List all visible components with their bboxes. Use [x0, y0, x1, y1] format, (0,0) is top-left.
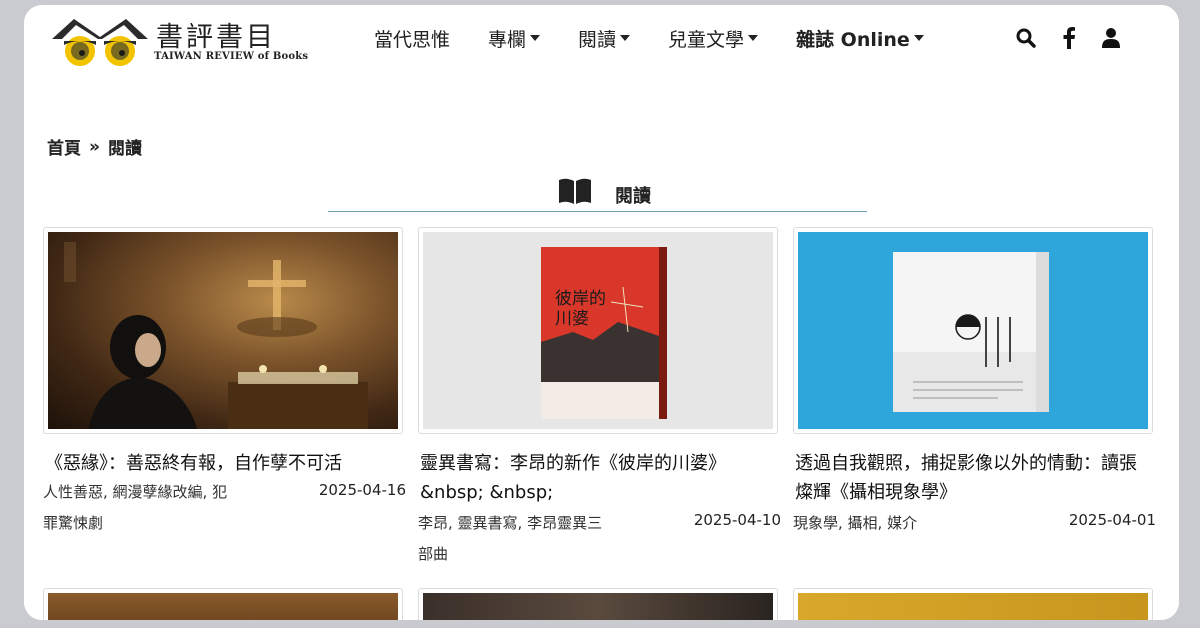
- search-icon[interactable]: [1016, 28, 1036, 52]
- article-tags[interactable]: 李昂, 靈異書寫, 李昂靈異三: [418, 509, 602, 538]
- logo-subtitle: TAIWAN REVIEW of Books: [154, 51, 309, 62]
- book-cover-white-on-blue: [798, 232, 1148, 429]
- section-heading: 閱讀: [328, 177, 867, 212]
- site-header: 書評書目 TAIWAN REVIEW of Books 當代思惟 專欄 閱讀 兒…: [24, 5, 1179, 85]
- nav-item-label: 專欄: [488, 28, 527, 51]
- article-date: 2025-04-10: [693, 511, 781, 529]
- nav-item-reading[interactable]: 閱讀: [578, 25, 631, 52]
- breadcrumb: 首頁 » 閱讀: [47, 134, 142, 160]
- article-title[interactable]: 《惡緣》：善惡終有報，自作孽不可活: [45, 449, 401, 478]
- breadcrumb-home[interactable]: 首頁: [47, 134, 81, 159]
- nav-item-label: 閱讀: [578, 28, 617, 51]
- article-title[interactable]: 透過自我觀照，捕捉影像以外的情動：讀張燦輝《攝相現象學》: [795, 449, 1151, 507]
- article-tags[interactable]: 人性善惡, 網漫孽緣改編, 犯: [43, 478, 227, 507]
- caret-down-icon: [748, 35, 759, 41]
- article-date: 2025-04-01: [1068, 511, 1156, 529]
- article-thumbnail-partial: [798, 593, 1148, 620]
- article-thumbnail[interactable]: [793, 227, 1153, 434]
- nav-item-label: 兒童文學: [668, 28, 745, 51]
- article-thumbnail-partial: [423, 593, 773, 620]
- caret-down-icon: [530, 35, 541, 41]
- breadcrumb-separator: »: [89, 136, 100, 157]
- logo-title: 書評書目: [156, 22, 276, 53]
- section-title: 閱讀: [615, 186, 651, 207]
- article-title[interactable]: 靈異書寫：李昂的新作《彼岸的川婆》&nbsp; &nbsp;: [420, 449, 776, 507]
- caret-down-icon: [620, 35, 631, 41]
- article-thumbnail-partial: [48, 593, 398, 620]
- article-card-partial[interactable]: [43, 588, 403, 620]
- browser-viewport: 書評書目 TAIWAN REVIEW of Books 當代思惟 專欄 閱讀 兒…: [24, 5, 1179, 620]
- article-tags-continued[interactable]: 部曲: [418, 540, 448, 569]
- article-thumbnail[interactable]: 彼岸的 川婆: [418, 227, 778, 434]
- nav-item-label: 當代思惟: [374, 28, 451, 51]
- article-card-partial[interactable]: [418, 588, 778, 620]
- book-cover-red: 彼岸的 川婆: [423, 232, 773, 429]
- svg-text:川婆: 川婆: [555, 309, 589, 329]
- article-thumbnail[interactable]: [43, 227, 403, 434]
- caret-down-icon: [913, 35, 924, 41]
- nav-item-magazine-online[interactable]: 雜誌 Online: [796, 25, 924, 52]
- article-tags[interactable]: 現象學, 攝相, 媒介: [793, 509, 917, 538]
- facebook-icon[interactable]: [1062, 27, 1076, 53]
- logo-owl-book-icon: [52, 19, 148, 66]
- user-icon[interactable]: [1102, 28, 1120, 52]
- breadcrumb-current[interactable]: 閱讀: [108, 134, 142, 159]
- book-cover-title: 彼岸的: [555, 289, 606, 309]
- nav-item-columns[interactable]: 專欄: [488, 25, 541, 52]
- header-icons: [1016, 27, 1146, 53]
- nav-item-contemporary-thought[interactable]: 當代思惟: [374, 25, 450, 52]
- site-logo[interactable]: 書評書目 TAIWAN REVIEW of Books: [50, 13, 320, 71]
- article-tags-continued[interactable]: 罪驚悚劇: [43, 509, 103, 538]
- nav-item-childrens-literature[interactable]: 兒童文學: [668, 25, 759, 52]
- main-nav: 當代思惟 專欄 閱讀 兒童文學 雜誌 Online: [374, 25, 962, 51]
- open-book-icon: [559, 178, 591, 204]
- article-date: 2025-04-16: [318, 481, 406, 499]
- church-scene-photo: [48, 232, 398, 429]
- article-card-partial[interactable]: [793, 588, 1153, 620]
- nav-item-label: 雜誌 Online: [796, 28, 910, 51]
